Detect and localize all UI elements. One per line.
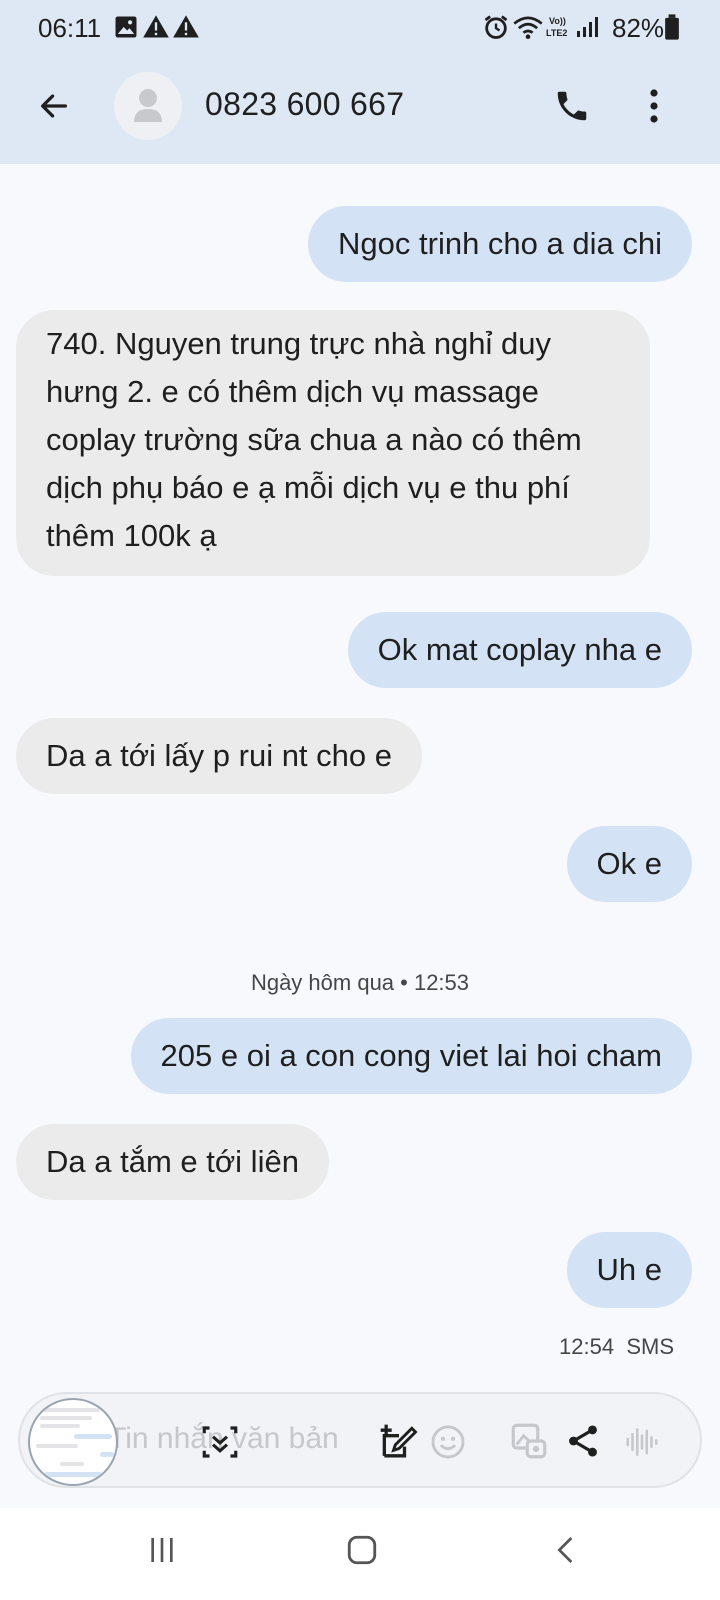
draw-button[interactable]: [374, 1418, 424, 1468]
gallery-icon: [511, 1423, 547, 1459]
status-time: 06:11: [38, 13, 102, 43]
navigation-bar: [0, 1508, 720, 1600]
message-incoming[interactable]: 740. Nguyen trung trực nhà nghỉ duy hưng…: [16, 310, 650, 576]
volte-icon: Vo)) LTE2: [546, 16, 567, 38]
screenshot-thumbnail[interactable]: [28, 1398, 118, 1486]
message-type: SMS: [626, 1334, 674, 1359]
message-text-line: dịch phụ báo e ạ mỗi dịch vụ e thu phí: [46, 470, 570, 505]
message-text-line: thêm 100k ạ: [46, 518, 217, 553]
draw-icon: [380, 1424, 418, 1458]
voice-icon: [626, 1428, 658, 1456]
home-icon: [347, 1535, 377, 1565]
emoji-icon: [431, 1425, 465, 1459]
message-text-line: 740. Nguyen trung trực nhà nghỉ duy: [46, 326, 552, 361]
back-button[interactable]: [30, 82, 78, 130]
compose-bar: Tin nhắn văn bản: [18, 1392, 702, 1488]
message-text: Ok mat coplay nha e: [377, 632, 662, 667]
message-outgoing[interactable]: Ngoc trinh cho a dia chi: [308, 206, 692, 282]
more-options-button[interactable]: [630, 78, 678, 134]
message-text: Da a tắm e tới liên: [46, 1144, 299, 1179]
message-outgoing[interactable]: 205 e oi a con cong viet lai hoi cham: [130, 1018, 692, 1094]
status-bar: 06:11 Vo)) LTE2 82%: [0, 0, 720, 56]
message-outgoing[interactable]: Ok e: [566, 826, 692, 902]
contact-name[interactable]: 0823 600 667: [205, 86, 404, 123]
scroll-capture-icon: [202, 1426, 238, 1458]
phone-icon: [557, 91, 587, 121]
message-text-line: hưng 2. e có thêm dịch vụ massage: [46, 374, 539, 409]
message-outgoing[interactable]: Ok mat coplay nha e: [347, 612, 692, 688]
message-text: Ngoc trinh cho a dia chi: [338, 226, 662, 261]
message-time: 12:54: [559, 1334, 615, 1359]
message-text: 205 e oi a con cong viet lai hoi cham: [160, 1038, 662, 1073]
gallery-button[interactable]: [504, 1416, 554, 1466]
message-thread[interactable]: Ngoc trinh cho a dia chi 740. Nguyen tru…: [0, 164, 720, 1394]
emoji-button[interactable]: [424, 1418, 472, 1466]
message-outgoing[interactable]: Uh e: [566, 1232, 692, 1308]
back-icon: [557, 1537, 573, 1563]
svg-text:Vo)): Vo)): [549, 16, 566, 26]
message-text: Uh e: [596, 1252, 662, 1287]
scroll-capture-button[interactable]: [196, 1418, 244, 1466]
svg-text:LTE2: LTE2: [546, 28, 567, 38]
message-meta: 12:54 SMS: [559, 1334, 674, 1360]
share-icon: [569, 1425, 597, 1457]
more-vert-icon: [650, 89, 658, 123]
message-text: Ok e: [596, 846, 662, 881]
message-incoming[interactable]: Da a tắm e tới liên: [16, 1124, 329, 1200]
message-incoming[interactable]: Da a tới lấy p rui nt cho e: [16, 718, 422, 794]
alarm-icon: [484, 15, 508, 39]
voice-button[interactable]: [618, 1418, 666, 1466]
avatar[interactable]: [114, 72, 182, 140]
signal-icon: [577, 17, 598, 37]
home-button[interactable]: [332, 1526, 392, 1574]
warning-icon: [173, 15, 199, 38]
share-button[interactable]: [558, 1416, 608, 1466]
warning-icon: [143, 15, 169, 38]
image-icon: [115, 16, 137, 38]
recent-apps-button[interactable]: [132, 1526, 192, 1574]
avatar-icon: [134, 89, 162, 122]
system-back-button[interactable]: [536, 1526, 596, 1574]
recent-apps-icon: [151, 1538, 173, 1562]
message-text-line: coplay trường sữa chua a nào có thêm: [46, 422, 582, 457]
call-button[interactable]: [544, 78, 600, 134]
wifi-icon: [513, 16, 543, 39]
battery-icon: [665, 14, 679, 40]
battery-percent: 82%: [612, 13, 665, 43]
conversation-header: 0823 600 667: [0, 56, 720, 164]
date-separator: Ngày hôm qua • 12:53: [250, 970, 470, 995]
back-arrow-icon: [41, 94, 67, 118]
message-text: Da a tới lấy p rui nt cho e: [46, 738, 392, 773]
